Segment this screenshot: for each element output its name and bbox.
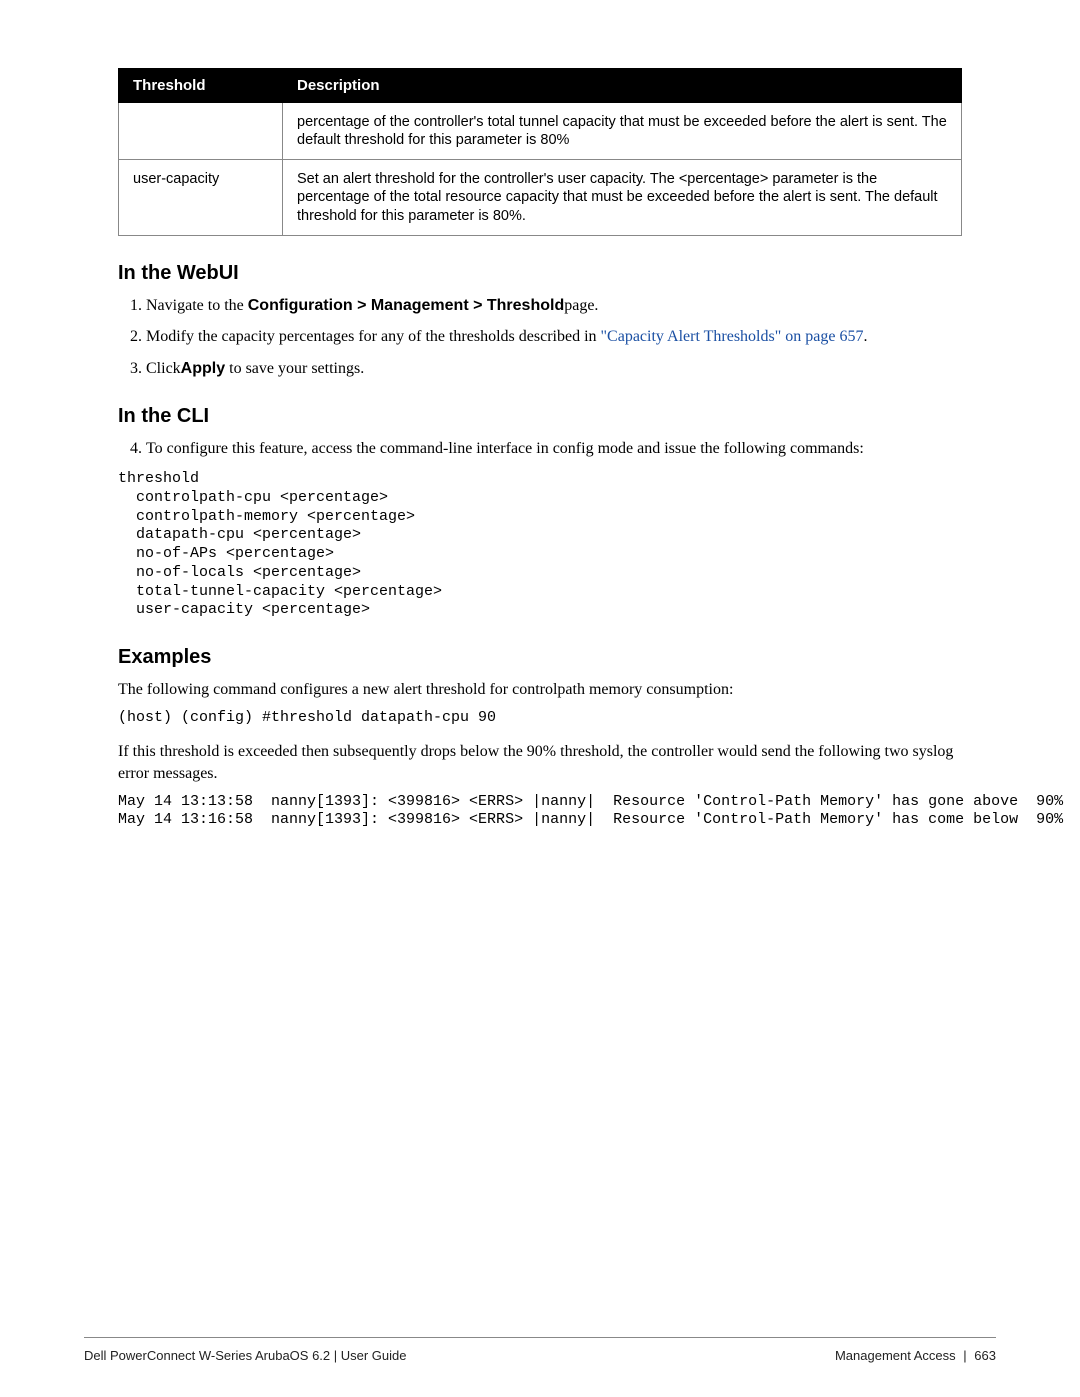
step-text: Click	[146, 360, 181, 377]
footer-row: Dell PowerConnect W-Series ArubaOS 6.2 |…	[84, 1348, 996, 1363]
heading-cli: In the CLI	[118, 405, 962, 428]
heading-webui: In the WebUI	[118, 262, 962, 285]
step-3: ClickApply to save your settings.	[146, 358, 962, 380]
link-capacity-alert[interactable]: "Capacity Alert Thresholds" on page 657	[601, 328, 864, 345]
page-footer: Dell PowerConnect W-Series ArubaOS 6.2 |…	[0, 1337, 1080, 1363]
threshold-table: Threshold Description percentage of the …	[118, 68, 962, 236]
example-paragraph: The following command configures a new a…	[118, 679, 962, 701]
cli-code-block: threshold controlpath-cpu <percentage> c…	[118, 470, 962, 620]
example-code-1: (host) (config) #threshold datapath-cpu …	[118, 709, 962, 728]
step-text: to save your settings.	[225, 360, 364, 377]
step-4: To configure this feature, access the co…	[146, 438, 962, 460]
cli-steps: To configure this feature, access the co…	[118, 438, 962, 460]
table-cell-description: Set an alert threshold for the controlle…	[283, 160, 962, 235]
table-cell-threshold: user-capacity	[119, 160, 283, 235]
example-code-2: May 14 13:13:58 nanny[1393]: <399816> <E…	[118, 793, 962, 831]
step-bold: Apply	[181, 360, 225, 377]
step-1: Navigate to the Configuration > Manageme…	[146, 295, 962, 317]
table-cell-threshold	[119, 103, 283, 160]
table-cell-description: percentage of the controller's total tun…	[283, 103, 962, 160]
step-2: Modify the capacity percentages for any …	[146, 326, 962, 348]
footer-left: Dell PowerConnect W-Series ArubaOS 6.2 |…	[84, 1348, 407, 1363]
footer-separator: |	[963, 1348, 966, 1363]
example-paragraph: If this threshold is exceeded then subse…	[118, 741, 962, 784]
step-text: To configure this feature, access the co…	[146, 440, 864, 457]
step-text: .	[863, 328, 867, 345]
heading-examples: Examples	[118, 646, 962, 669]
footer-page-number: 663	[974, 1348, 996, 1363]
footer-section: Management Access	[835, 1348, 956, 1363]
step-text: Modify the capacity percentages for any …	[146, 328, 601, 345]
page: Threshold Description percentage of the …	[0, 0, 1080, 1397]
webui-steps: Navigate to the Configuration > Manageme…	[118, 295, 962, 380]
table-header-description: Description	[283, 69, 962, 103]
step-bold: Configuration > Management > Threshold	[248, 297, 564, 314]
table-header-threshold: Threshold	[119, 69, 283, 103]
table-row: percentage of the controller's total tun…	[119, 103, 962, 160]
table-header-row: Threshold Description	[119, 69, 962, 103]
footer-right: Management Access | 663	[835, 1348, 996, 1363]
table-row: user-capacity Set an alert threshold for…	[119, 160, 962, 235]
step-text: page.	[564, 297, 598, 314]
step-text: Navigate to the	[146, 297, 248, 314]
footer-divider	[84, 1337, 996, 1338]
